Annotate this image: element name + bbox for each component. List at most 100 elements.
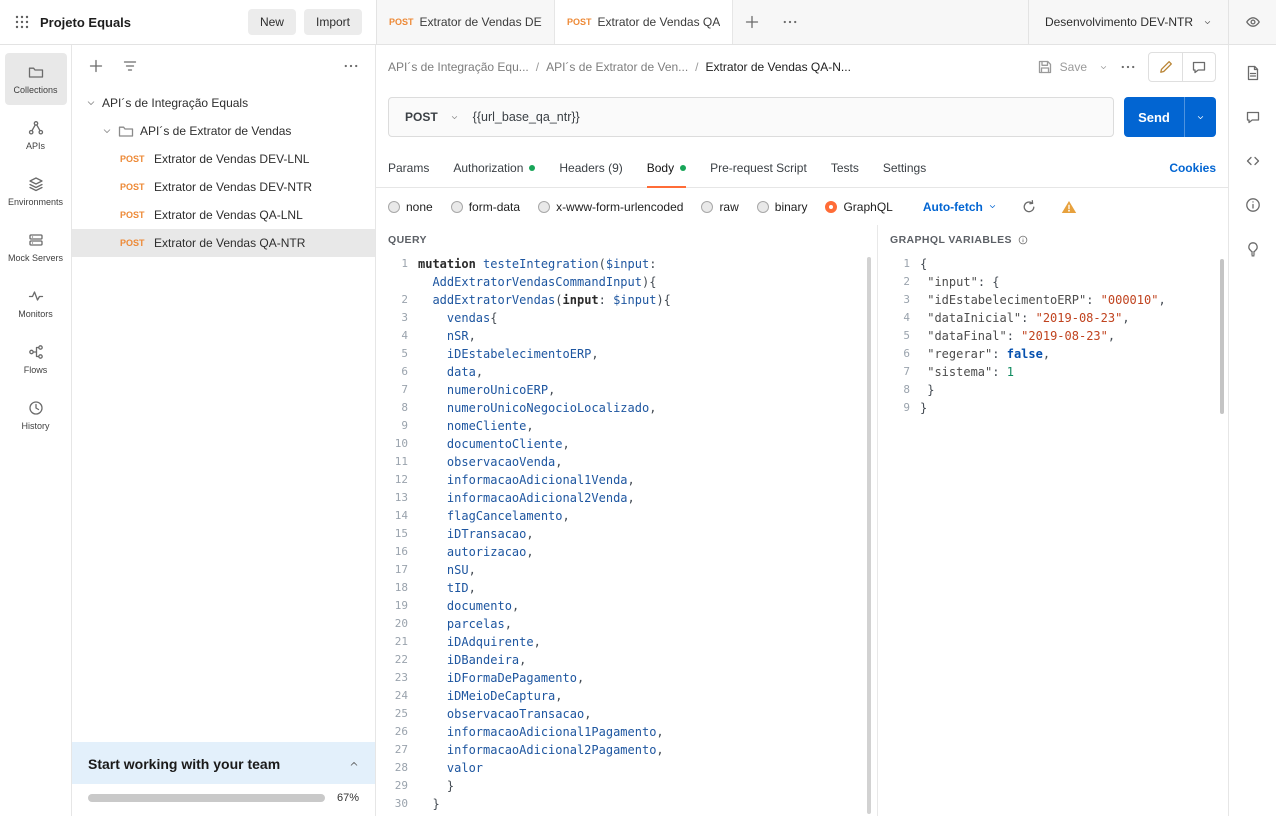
request-editor-tab[interactable]: Pre-request Script bbox=[710, 149, 807, 187]
tree-request-row[interactable]: POSTExtrator de Vendas QA-LNL bbox=[72, 201, 375, 229]
tab-bar: POSTExtrator de Vendas DEVPOSTExtrator d… bbox=[376, 0, 1276, 44]
query-scrollbar[interactable] bbox=[867, 257, 871, 814]
line-number: 27 bbox=[388, 741, 418, 759]
body-type-option[interactable]: GraphQL bbox=[825, 200, 892, 214]
rail-item-apis[interactable]: APIs bbox=[5, 109, 67, 161]
code-snippet-button[interactable] bbox=[1245, 153, 1261, 169]
comment-bubble-icon bbox=[1245, 109, 1261, 125]
schema-warning-button[interactable] bbox=[1061, 199, 1077, 215]
rail-item-collections[interactable]: Collections bbox=[5, 53, 67, 105]
breadcrumb-item[interactable]: Extrator de Vendas QA-N... bbox=[706, 60, 851, 74]
documentation-toggle-button[interactable] bbox=[1149, 53, 1182, 81]
collection-name: API´s de Integração Equals bbox=[102, 96, 248, 110]
tree-request-row[interactable]: POSTExtrator de Vendas DEV-NTR bbox=[72, 173, 375, 201]
body-type-label: x-www-form-urlencoded bbox=[556, 200, 683, 214]
rail-item-history[interactable]: History bbox=[5, 389, 67, 441]
comments-toggle-button[interactable] bbox=[1182, 53, 1215, 81]
request-editor-tab[interactable]: Headers (9) bbox=[559, 149, 622, 187]
method-badge: POST bbox=[120, 182, 148, 192]
send-button-group: Send bbox=[1124, 97, 1216, 137]
code-line: 3 vendas{ bbox=[388, 309, 877, 327]
line-number: 19 bbox=[388, 597, 418, 615]
send-button[interactable]: Send bbox=[1124, 97, 1184, 137]
line-number: 12 bbox=[388, 471, 418, 489]
body-type-option[interactable]: x-www-form-urlencoded bbox=[538, 200, 683, 214]
code-text: "sistema": 1 bbox=[920, 363, 1014, 381]
tree-request-row[interactable]: POSTExtrator de Vendas QA-NTR bbox=[72, 229, 375, 257]
comments-pane-button[interactable] bbox=[1245, 109, 1261, 125]
line-number: 6 bbox=[388, 363, 418, 381]
save-options-caret-icon[interactable] bbox=[1099, 63, 1108, 72]
radio-icon bbox=[701, 201, 713, 213]
code-line: 10 documentoCliente, bbox=[388, 435, 877, 453]
tree-folder-row[interactable]: API´s de Extrator de Vendas bbox=[72, 117, 375, 145]
method-select[interactable]: POST bbox=[389, 110, 473, 124]
body-type-option[interactable]: binary bbox=[757, 200, 808, 214]
tab-options-button[interactable] bbox=[771, 0, 809, 44]
info-icon[interactable] bbox=[1018, 235, 1028, 245]
code-text: flagCancelamento, bbox=[418, 507, 570, 525]
breadcrumb-item[interactable]: API´s de Extrator de Ven... bbox=[546, 60, 688, 74]
code-text: observacaoTransacao, bbox=[418, 705, 591, 723]
breadcrumb-item[interactable]: API´s de Integração Equ... bbox=[388, 60, 529, 74]
rail-item-environments[interactable]: Environments bbox=[5, 165, 67, 217]
autofetch-button[interactable]: Auto-fetch bbox=[923, 200, 997, 214]
new-button[interactable]: New bbox=[248, 9, 296, 35]
import-button[interactable]: Import bbox=[304, 9, 362, 35]
request-editor-tab-label: Tests bbox=[831, 161, 859, 175]
line-number: 5 bbox=[890, 327, 920, 345]
document-icon bbox=[1245, 65, 1261, 81]
query-code-area[interactable]: 1mutation testeIntegration($input: AddEx… bbox=[388, 255, 877, 816]
variables-editor: GRAPHQL VARIABLES 1{2 "input": {3 "idEst… bbox=[878, 225, 1228, 816]
pub-request-button[interactable] bbox=[1245, 241, 1261, 257]
variables-code-area[interactable]: 1{2 "input": {3 "idEstabelecimentoERP": … bbox=[890, 255, 1228, 816]
request-editor-tab[interactable]: Authorization bbox=[453, 149, 535, 187]
line-number: 8 bbox=[388, 399, 418, 417]
code-line: 17 nSU, bbox=[388, 561, 877, 579]
request-editor-tab[interactable]: Settings bbox=[883, 149, 926, 187]
new-tab-button[interactable] bbox=[733, 0, 771, 44]
history-icon bbox=[28, 400, 44, 416]
chevron-down-icon bbox=[86, 98, 96, 108]
request-editor-tab[interactable]: Tests bbox=[831, 149, 859, 187]
request-info-button[interactable] bbox=[1245, 197, 1261, 213]
line-number: 16 bbox=[388, 543, 418, 561]
code-line: 13 informacaoAdicional2Venda, bbox=[388, 489, 877, 507]
line-number: 11 bbox=[388, 453, 418, 471]
tree-collection-row[interactable]: API´s de Integração Equals bbox=[72, 89, 375, 117]
request-editor-tab[interactable]: Body bbox=[647, 149, 686, 187]
app-menu-icon[interactable] bbox=[14, 14, 30, 30]
url-input[interactable]: {{url_base_qa_ntr}} bbox=[473, 110, 1113, 124]
rail-item-mock-servers[interactable]: Mock Servers bbox=[5, 221, 67, 273]
environment-quick-look-button[interactable] bbox=[1228, 0, 1276, 44]
cookies-link[interactable]: Cookies bbox=[1169, 161, 1216, 175]
request-editor-tab[interactable]: Params bbox=[388, 149, 429, 187]
request-more-options-icon[interactable] bbox=[1120, 59, 1136, 75]
send-options-button[interactable] bbox=[1184, 97, 1216, 137]
breadcrumb-separator: / bbox=[695, 60, 698, 74]
request-tab[interactable]: POSTExtrator de Vendas QA- bbox=[555, 0, 733, 44]
save-button[interactable]: Save bbox=[1037, 59, 1087, 75]
request-tab[interactable]: POSTExtrator de Vendas DEV bbox=[377, 0, 555, 44]
radio-icon bbox=[451, 201, 463, 213]
rail-item-monitors[interactable]: Monitors bbox=[5, 277, 67, 329]
rail-item-flows[interactable]: Flows bbox=[5, 333, 67, 385]
code-text: observacaoVenda, bbox=[418, 453, 563, 471]
environment-selector[interactable]: Desenvolvimento DEV-NTR bbox=[1028, 0, 1228, 44]
add-collection-button[interactable] bbox=[88, 58, 104, 74]
documentation-pane-button[interactable] bbox=[1245, 65, 1261, 81]
sidebar-more-options-icon[interactable] bbox=[343, 58, 359, 74]
eye-icon bbox=[1245, 14, 1261, 30]
filter-icon[interactable] bbox=[122, 58, 138, 74]
tree-request-row[interactable]: POSTExtrator de Vendas DEV-LNL bbox=[72, 145, 375, 173]
refresh-schema-button[interactable] bbox=[1021, 199, 1037, 215]
line-number: 30 bbox=[388, 795, 418, 813]
body-type-option[interactable]: form-data bbox=[451, 200, 520, 214]
code-line: 4 nSR, bbox=[388, 327, 877, 345]
collapse-banner-icon[interactable] bbox=[349, 759, 359, 769]
variables-scrollbar[interactable] bbox=[1220, 259, 1224, 414]
body-type-option[interactable]: raw bbox=[701, 200, 738, 214]
autofetch-caret-icon bbox=[988, 202, 997, 211]
body-type-option[interactable]: none bbox=[388, 200, 433, 214]
line-number: 20 bbox=[388, 615, 418, 633]
